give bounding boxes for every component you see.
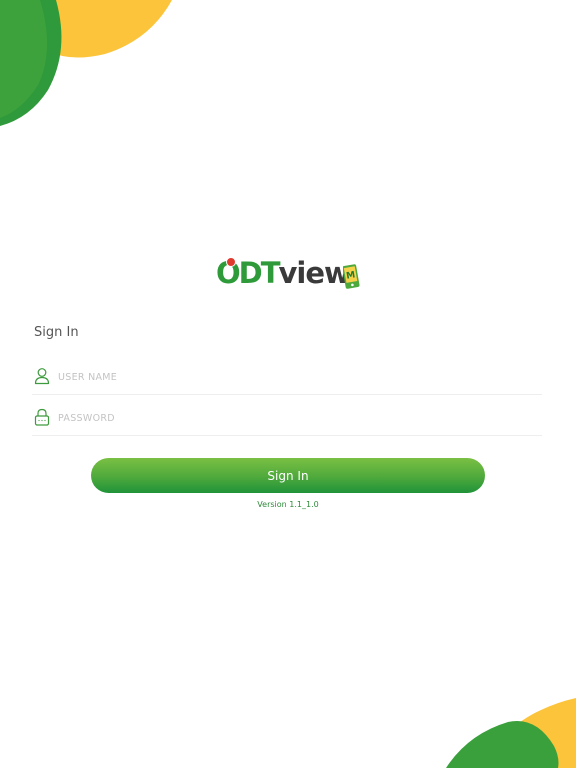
user-icon <box>34 368 50 385</box>
version-label: Version 1.1_1.0 <box>257 500 319 509</box>
username-field <box>32 364 542 395</box>
logo-brand-right: view <box>278 256 351 290</box>
logo-wordmark: ODTview <box>216 255 351 291</box>
sign-in-heading: Sign In <box>34 325 79 340</box>
password-field <box>32 405 542 436</box>
location-pin-icon <box>226 257 236 267</box>
password-input[interactable] <box>56 407 530 429</box>
odtview-logo: ODTview M <box>216 255 362 293</box>
mobile-badge-icon: M <box>343 264 360 289</box>
decorative-leaf-top <box>0 0 172 126</box>
sign-in-button[interactable]: Sign In <box>91 458 485 493</box>
lock-icon <box>34 408 50 426</box>
username-input[interactable] <box>56 366 530 388</box>
login-screen: ODTview M Sign In Sign In <box>0 0 576 768</box>
decorative-leaf-bottom <box>446 698 576 768</box>
badge-letter: M <box>346 270 357 281</box>
